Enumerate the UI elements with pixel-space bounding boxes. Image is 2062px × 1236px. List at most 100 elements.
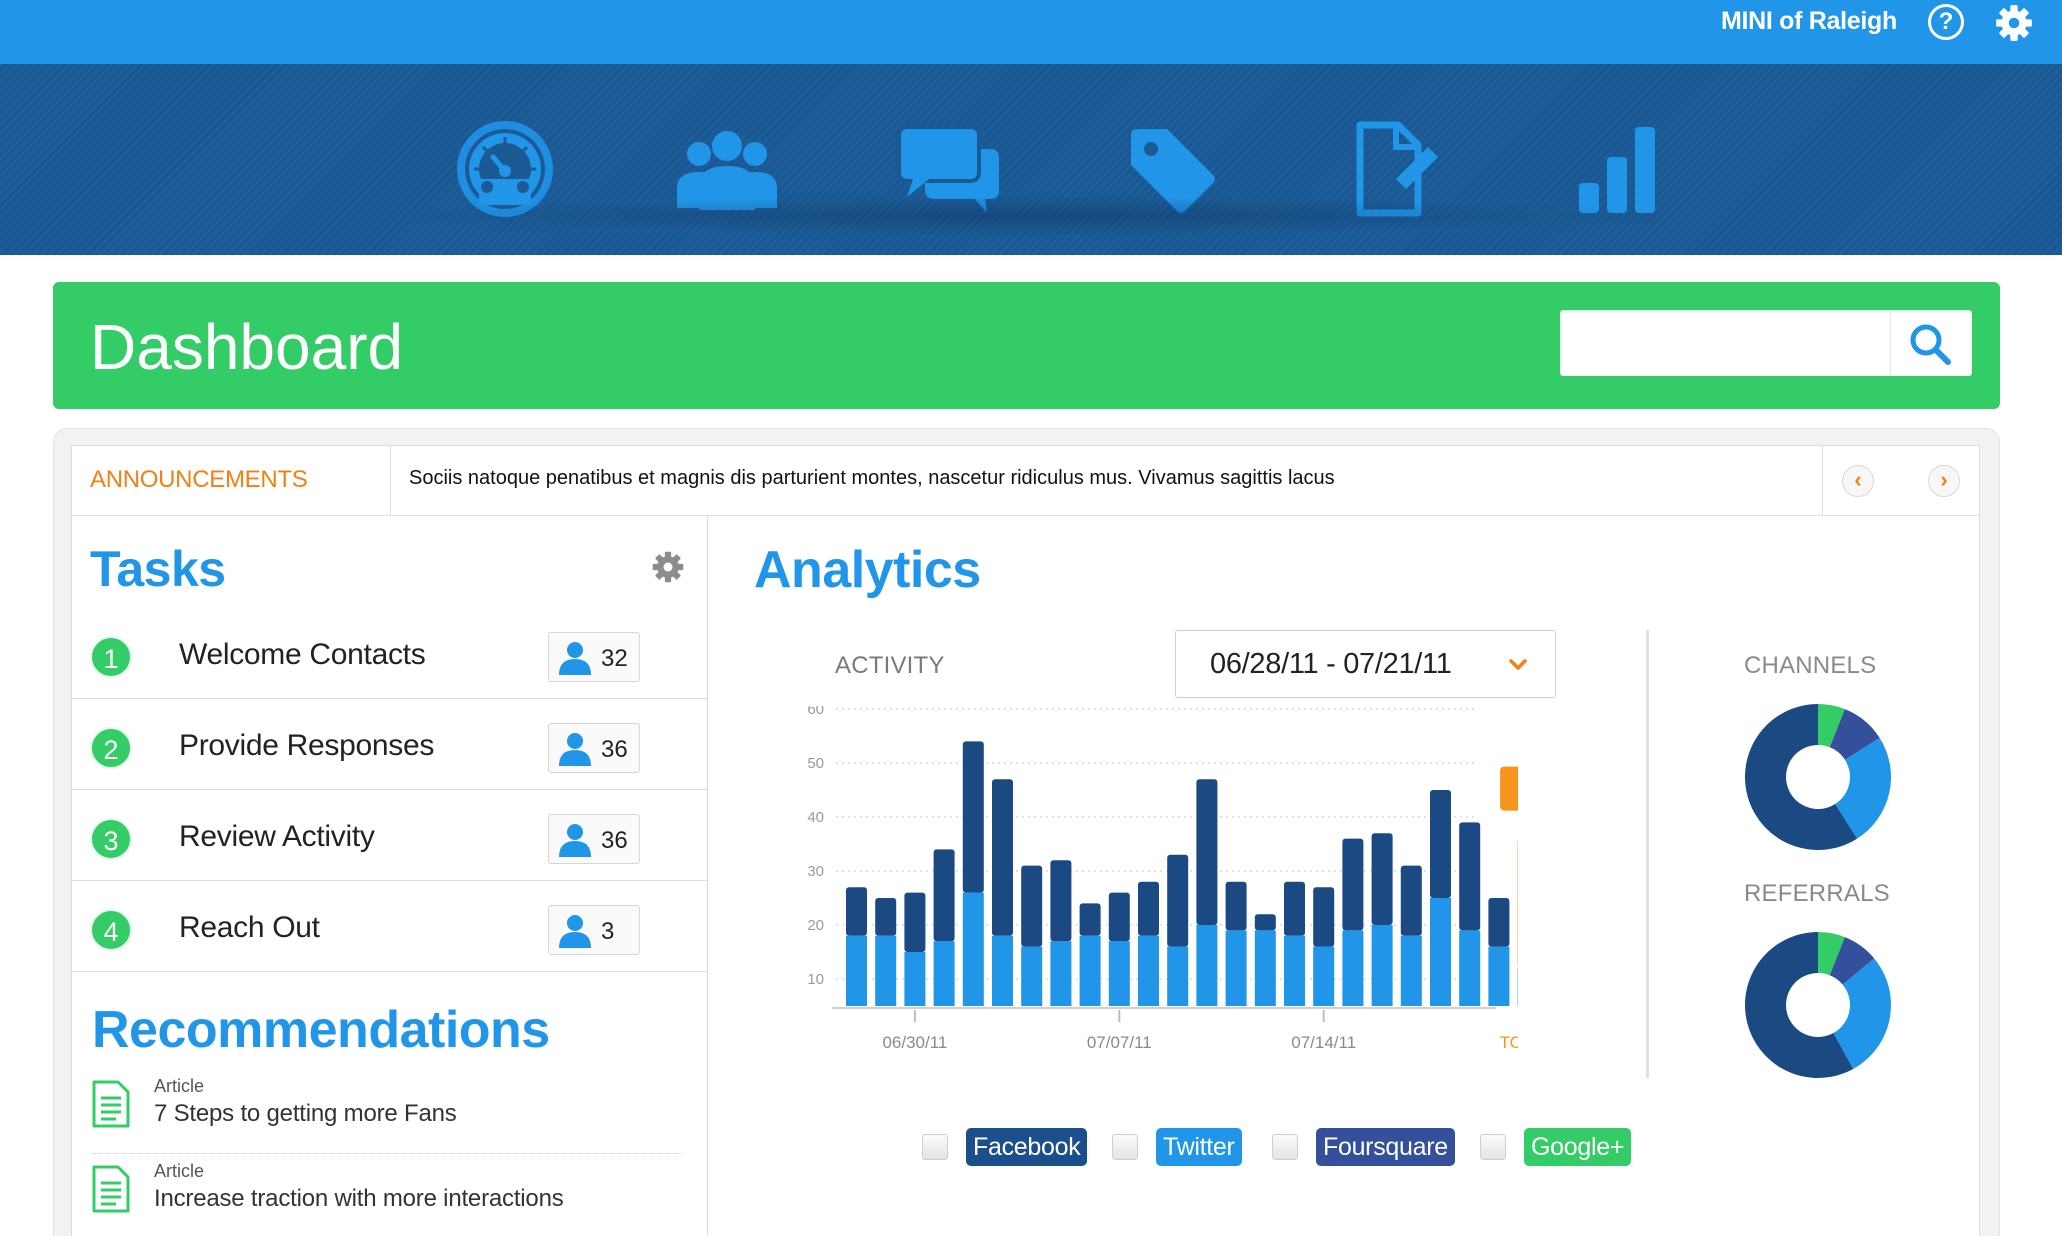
x-tick-label: 07/14/11 <box>1291 1033 1356 1052</box>
person-icon <box>559 642 591 675</box>
twitter-checkbox[interactable] <box>1112 1134 1138 1160</box>
bar-segment <box>1371 925 1393 1006</box>
task-count-button[interactable]: 32 <box>548 632 640 682</box>
task-count-button[interactable]: 36 <box>548 723 640 773</box>
announcements-bar: ANNOUNCEMENTS Sociis natoque penatibus e… <box>71 445 1980 516</box>
task-number-badge: 1 <box>90 636 132 678</box>
bar-segment <box>904 952 926 1006</box>
bar-chart-icon <box>1579 127 1655 213</box>
bar-segment <box>1167 854 1189 947</box>
person-icon <box>559 824 591 857</box>
bar-segment <box>1371 833 1393 925</box>
bar-segment <box>1488 898 1510 947</box>
task-label[interactable]: Reach Out <box>179 911 320 945</box>
bar-segment <box>1167 946 1189 1006</box>
referrals-label: REFERRALS <box>1744 880 1890 907</box>
task-row[interactable]: 1 Welcome Contacts 32 <box>72 608 709 699</box>
divider <box>1822 446 1823 515</box>
activity-bar-chart: 10 20 30 40 50 60 06/30/11 07/07/11 07/14/11 TODA… <box>807 706 1518 1052</box>
callout-badge <box>1500 766 1518 811</box>
task-label[interactable]: Provide Responses <box>179 729 434 763</box>
activity-label: ACTIVITY <box>835 652 945 679</box>
announcement-next-button[interactable]: › <box>1928 465 1960 497</box>
search-input[interactable] <box>1560 310 1890 376</box>
bar-segment <box>1400 865 1422 936</box>
divider <box>390 446 391 515</box>
announcement-text: Sociis natoque penatibus et magnis dis p… <box>409 467 1335 489</box>
account-name[interactable]: MINI of Raleigh <box>1721 4 1897 38</box>
help-circle-icon[interactable]: ? <box>1928 4 1964 40</box>
announcement-prev-button[interactable]: ‹ <box>1842 465 1874 497</box>
recommendation-item[interactable]: Article Increase traction with more inte… <box>92 1155 682 1236</box>
bar-segment <box>1459 930 1481 1006</box>
task-row[interactable]: 4 Reach Out 3 <box>72 881 709 972</box>
edit-document-icon <box>1356 121 1438 217</box>
bar-segment <box>1108 892 1130 942</box>
recommendation-type: Article <box>154 1076 205 1096</box>
google-plus-checkbox[interactable] <box>1480 1134 1506 1160</box>
facebook-checkbox[interactable] <box>922 1134 948 1160</box>
dashboard-header: Dashboard <box>53 282 2000 409</box>
bar-segment <box>1342 930 1364 1006</box>
task-count-button[interactable]: 3 <box>548 905 640 955</box>
date-range-select[interactable]: 06/28/11 - 07/21/11 <box>1175 630 1556 698</box>
main-nav <box>0 64 2062 255</box>
channels-label: CHANNELS <box>1744 652 1877 679</box>
recommendation-link[interactable]: Increase traction with more interactions <box>154 1185 564 1213</box>
document-icon <box>92 1165 130 1213</box>
x-tick-label: TODAY <box>1500 1033 1518 1052</box>
task-count-button[interactable]: 36 <box>548 814 640 864</box>
tasks-title: Tasks <box>90 541 226 597</box>
nav-offers[interactable] <box>1106 104 1236 234</box>
search-icon[interactable] <box>1906 320 1954 368</box>
recommendation-item[interactable]: Article 7 Steps to getting more Fans <box>92 1070 682 1154</box>
chat-bubbles-icon <box>897 125 999 213</box>
bar-segment <box>1108 941 1130 1006</box>
y-tick-label: 50 <box>807 755 824 772</box>
bar-segment <box>1284 935 1305 1006</box>
bar-segment <box>904 892 926 952</box>
task-count: 32 <box>601 645 628 672</box>
bar-segment <box>933 941 955 1006</box>
top-bar: MINI of Raleigh ? <box>0 0 2062 64</box>
document-icon <box>92 1080 130 1128</box>
gear-icon[interactable] <box>650 549 686 585</box>
task-count: 36 <box>601 827 628 854</box>
announcements-label: ANNOUNCEMENTS <box>90 466 308 493</box>
bar-segment <box>1313 887 1335 947</box>
chevron-down-icon <box>1509 659 1527 670</box>
search-box <box>1560 310 1972 376</box>
task-row[interactable]: 2 Provide Responses 36 <box>72 699 709 790</box>
task-label[interactable]: Review Activity <box>179 820 375 854</box>
task-number-badge: 3 <box>90 818 132 860</box>
nav-dashboard[interactable] <box>440 104 570 234</box>
bar-segment <box>1284 881 1305 936</box>
bar-segment <box>1400 935 1422 1006</box>
y-tick-label: 20 <box>807 917 824 934</box>
bar-segment <box>1225 930 1247 1006</box>
people-icon <box>677 131 777 210</box>
nav-reports[interactable] <box>1552 104 1682 234</box>
speedometer-icon <box>457 121 553 217</box>
nav-content[interactable] <box>1330 104 1460 234</box>
recommendation-link[interactable]: 7 Steps to getting more Fans <box>154 1100 457 1128</box>
foursquare-checkbox[interactable] <box>1272 1134 1298 1160</box>
gear-icon[interactable] <box>1993 2 2035 44</box>
bar-segment <box>1196 779 1218 925</box>
bar-segment <box>1196 925 1218 1006</box>
twitter-tag: Twitter <box>1156 1128 1242 1166</box>
tag-icon <box>1131 129 1215 213</box>
task-row[interactable]: 3 Review Activity 36 <box>72 790 709 881</box>
bar-segment <box>1079 903 1101 936</box>
bar-segment <box>846 935 867 1006</box>
task-count: 36 <box>601 736 628 763</box>
referrals-donut-chart <box>1745 932 1891 1078</box>
nav-messages[interactable] <box>884 104 1014 234</box>
task-label[interactable]: Welcome Contacts <box>179 638 426 672</box>
bar-segment <box>1254 930 1276 1006</box>
foursquare-tag: Foursquare <box>1316 1128 1455 1166</box>
nav-contacts[interactable] <box>662 104 792 234</box>
x-tick-label: 06/30/11 <box>882 1033 947 1052</box>
bar-segment <box>1430 790 1451 898</box>
y-tick-label: 60 <box>807 706 824 718</box>
